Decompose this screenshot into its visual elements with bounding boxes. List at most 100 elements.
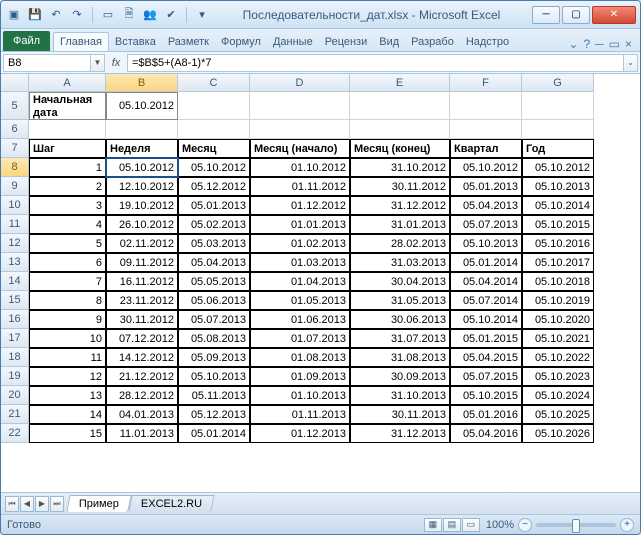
tab-insert[interactable]: Вставка: [109, 33, 162, 51]
cell-month[interactable]: 05.07.2013: [178, 310, 250, 329]
sheet-tab-primer[interactable]: Пример: [66, 495, 132, 512]
table-header[interactable]: Месяц (начало): [250, 139, 350, 158]
column-header[interactable]: B: [106, 74, 178, 92]
table-header[interactable]: Шаг: [29, 139, 106, 158]
cell-month[interactable]: 05.10.2012: [178, 158, 250, 177]
row-header[interactable]: 9: [1, 177, 29, 196]
cell-step[interactable]: 9: [29, 310, 106, 329]
cell-step[interactable]: 3: [29, 196, 106, 215]
cell[interactable]: 05.10.2012: [106, 92, 178, 120]
customize-qat-icon[interactable]: ▾: [193, 6, 211, 24]
cell-week[interactable]: 07.12.2012: [106, 329, 178, 348]
cell-month-start[interactable]: 01.11.2012: [250, 177, 350, 196]
cell-week[interactable]: 11.01.2013: [106, 424, 178, 443]
row-header[interactable]: 14: [1, 272, 29, 291]
mdi-min-icon[interactable]: ─: [595, 37, 604, 51]
cell-month-end[interactable]: 30.04.2013: [350, 272, 450, 291]
cell-quarter[interactable]: 05.01.2013: [450, 177, 522, 196]
cell-quarter[interactable]: 05.04.2015: [450, 348, 522, 367]
cell-month-end[interactable]: 30.11.2012: [350, 177, 450, 196]
cell[interactable]: [250, 120, 350, 139]
cell-year[interactable]: 05.10.2015: [522, 215, 594, 234]
row-header[interactable]: 7: [1, 139, 29, 158]
cell-week[interactable]: 28.12.2012: [106, 386, 178, 405]
cell-year[interactable]: 05.10.2021: [522, 329, 594, 348]
mdi-restore-icon[interactable]: ▭: [609, 37, 620, 51]
row-header[interactable]: 20: [1, 386, 29, 405]
cell[interactable]: Начальнаядата: [29, 92, 106, 120]
cell-month-end[interactable]: 31.07.2013: [350, 329, 450, 348]
cell[interactable]: [106, 120, 178, 139]
cell[interactable]: [178, 92, 250, 120]
cell-quarter[interactable]: 05.01.2015: [450, 329, 522, 348]
cell-step[interactable]: 12: [29, 367, 106, 386]
column-header[interactable]: A: [29, 74, 106, 92]
row-header[interactable]: 10: [1, 196, 29, 215]
cell-year[interactable]: 05.10.2026: [522, 424, 594, 443]
cell-month[interactable]: 05.06.2013: [178, 291, 250, 310]
cell-step[interactable]: 4: [29, 215, 106, 234]
cell[interactable]: [450, 92, 522, 120]
excel-icon[interactable]: ▣: [5, 6, 23, 24]
cell-month-start[interactable]: 01.10.2012: [250, 158, 350, 177]
tab-review[interactable]: Рецензи: [319, 33, 374, 51]
cell-week[interactable]: 19.10.2012: [106, 196, 178, 215]
cell-month-end[interactable]: 30.11.2013: [350, 405, 450, 424]
users-icon[interactable]: 👥: [141, 6, 159, 24]
page-break-view-icon[interactable]: ▭: [462, 518, 480, 532]
cell-month[interactable]: 05.10.2013: [178, 367, 250, 386]
help-icon[interactable]: ?: [583, 37, 590, 51]
cell-month[interactable]: 05.02.2013: [178, 215, 250, 234]
cell[interactable]: [178, 120, 250, 139]
tab-home[interactable]: Главная: [53, 32, 109, 51]
cell-week[interactable]: 21.12.2012: [106, 367, 178, 386]
zoom-label[interactable]: 100%: [486, 519, 514, 531]
cell-quarter[interactable]: 05.10.2014: [450, 310, 522, 329]
row-header[interactable]: 5: [1, 92, 29, 120]
zoom-slider[interactable]: [536, 523, 616, 527]
cell-week[interactable]: 05.10.2012: [106, 158, 178, 177]
cell-month[interactable]: 05.01.2014: [178, 424, 250, 443]
cell-year[interactable]: 05.10.2025: [522, 405, 594, 424]
cell-month-end[interactable]: 31.12.2013: [350, 424, 450, 443]
cell-month-start[interactable]: 01.10.2013: [250, 386, 350, 405]
cell[interactable]: [250, 92, 350, 120]
tab-data[interactable]: Данные: [267, 33, 319, 51]
cell-year[interactable]: 05.10.2017: [522, 253, 594, 272]
cell-quarter[interactable]: 05.07.2014: [450, 291, 522, 310]
cell-week[interactable]: 16.11.2012: [106, 272, 178, 291]
cell-quarter[interactable]: 05.10.2015: [450, 386, 522, 405]
cell-month-start[interactable]: 01.05.2013: [250, 291, 350, 310]
row-header[interactable]: 13: [1, 253, 29, 272]
cell-step[interactable]: 5: [29, 234, 106, 253]
tab-layout[interactable]: Разметк: [162, 33, 215, 51]
row-header[interactable]: 12: [1, 234, 29, 253]
column-header[interactable]: G: [522, 74, 594, 92]
cell-year[interactable]: 05.10.2022: [522, 348, 594, 367]
column-header[interactable]: F: [450, 74, 522, 92]
new-icon[interactable]: ▭: [99, 6, 117, 24]
cell-month-start[interactable]: 01.02.2013: [250, 234, 350, 253]
name-box-dropdown-icon[interactable]: ▼: [91, 54, 105, 72]
cell-step[interactable]: 2: [29, 177, 106, 196]
cell-month-start[interactable]: 01.08.2013: [250, 348, 350, 367]
cell-month-end[interactable]: 30.06.2013: [350, 310, 450, 329]
cell-month-start[interactable]: 01.04.2013: [250, 272, 350, 291]
row-header[interactable]: 6: [1, 120, 29, 139]
cell[interactable]: [29, 120, 106, 139]
cell-year[interactable]: 05.10.2023: [522, 367, 594, 386]
sheet-nav-prev-icon[interactable]: ◀: [20, 496, 34, 512]
cell-week[interactable]: 02.11.2012: [106, 234, 178, 253]
undo-icon[interactable]: ↶: [47, 6, 65, 24]
cell-step[interactable]: 15: [29, 424, 106, 443]
sheet-nav-last-icon[interactable]: ⏭: [50, 496, 64, 512]
cell-week[interactable]: 14.12.2012: [106, 348, 178, 367]
spreadsheet-grid[interactable]: ABCDEFG5Начальнаядата05.10.201267ШагНеде…: [1, 74, 640, 492]
column-header[interactable]: D: [250, 74, 350, 92]
cell-month-end[interactable]: 31.01.2013: [350, 215, 450, 234]
row-header[interactable]: 19: [1, 367, 29, 386]
cell-year[interactable]: 05.10.2024: [522, 386, 594, 405]
sheet-tab-excel2ru[interactable]: EXCEL2.RU: [128, 495, 215, 512]
table-header[interactable]: Год: [522, 139, 594, 158]
cell[interactable]: [350, 120, 450, 139]
